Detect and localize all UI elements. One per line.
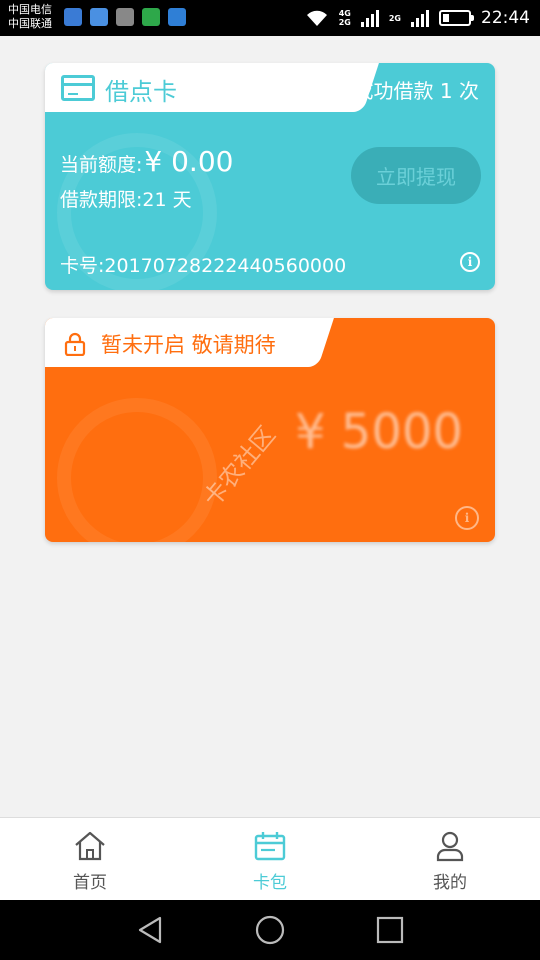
quota-label: 当前额度: xyxy=(60,154,143,176)
lock-icon xyxy=(64,332,86,356)
network-labels-2: 2G xyxy=(389,14,401,23)
home-icon xyxy=(75,831,105,861)
system-nav-bar xyxy=(0,900,540,960)
coin-watermark-icon xyxy=(57,398,217,542)
play-store-icon xyxy=(142,8,160,26)
bottom-nav: 首页 卡包 我的 xyxy=(0,817,540,900)
shield-app-icon xyxy=(64,8,82,26)
carrier-names: 中国电信 中国联通 xyxy=(8,3,52,31)
network-labels: 4G 2G xyxy=(339,9,351,27)
nav-label: 首页 xyxy=(73,873,107,893)
network-label-1: 4G xyxy=(338,9,351,18)
withdraw-button[interactable]: 立即提现 xyxy=(351,147,481,204)
nav-label: 我的 xyxy=(433,873,467,893)
credit-card-icon xyxy=(61,75,95,101)
back-icon[interactable] xyxy=(134,914,166,946)
notification-icons xyxy=(64,8,186,26)
borrow-count: 成功借款 1 次 xyxy=(353,79,479,103)
locked-title-tab: 暂未开启 敬请期待 xyxy=(45,318,300,367)
gallery-icon xyxy=(116,8,134,26)
card-wallet-icon xyxy=(254,832,286,861)
card-title-tab: 借点卡 xyxy=(45,63,345,112)
locked-card[interactable]: 暂未开启 敬请期待 ¥ 5000 卡农社区 i xyxy=(45,318,495,542)
info-icon[interactable]: i xyxy=(455,506,479,530)
locked-amount: ¥ 5000 xyxy=(295,404,463,460)
nav-item-profile[interactable]: 我的 xyxy=(360,818,540,900)
card-number: 卡号:20170728222440560000 xyxy=(60,255,347,277)
battery-icon xyxy=(439,10,474,26)
recents-icon[interactable] xyxy=(374,914,406,946)
loan-term: 借款期限:21 天 xyxy=(60,189,192,211)
signal-icon-2 xyxy=(411,9,429,27)
network-label-3: 2G xyxy=(388,13,401,23)
status-bar: 中国电信 中国联通 4G 2G 2G 22:44 xyxy=(0,0,540,36)
info-icon[interactable]: i xyxy=(460,252,480,272)
clock: 22:44 xyxy=(481,8,530,28)
quota-row: 当前额度: ¥ 0.00 xyxy=(60,145,233,178)
user-icon xyxy=(436,831,464,862)
status-right: 4G 2G 2G 22:44 xyxy=(305,0,530,36)
home-circle-icon[interactable] xyxy=(254,914,286,946)
borrow-card[interactable]: 借点卡 成功借款 1 次 当前额度: ¥ 0.00 借款期限:21 天 立即提现… xyxy=(45,63,495,290)
network-label-2: 2G xyxy=(338,18,351,27)
quota-amount: ¥ 0.00 xyxy=(144,145,234,178)
signal-icon-1 xyxy=(360,9,379,27)
nav-label: 卡包 xyxy=(253,873,287,893)
wifi-app-icon xyxy=(168,8,186,26)
carrier-1: 中国电信 xyxy=(8,3,52,16)
locked-title: 暂未开启 敬请期待 xyxy=(101,333,276,357)
nav-item-card-wallet[interactable]: 卡包 xyxy=(180,818,360,900)
wifi-icon xyxy=(306,10,327,26)
nav-item-home[interactable]: 首页 xyxy=(0,818,180,900)
carrier-2: 中国联通 xyxy=(8,17,52,30)
card-title: 借点卡 xyxy=(105,78,177,106)
app-notification-icon xyxy=(90,8,108,26)
